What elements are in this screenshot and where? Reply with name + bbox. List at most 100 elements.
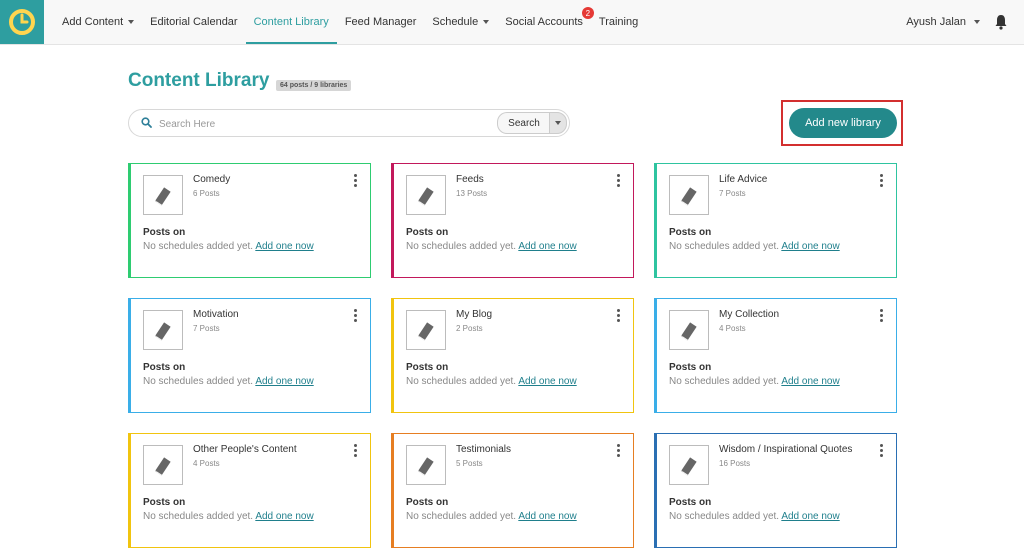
nav-item-schedule[interactable]: Schedule	[424, 0, 497, 44]
add-schedule-link[interactable]: Add one now	[781, 241, 839, 252]
library-post-count: 4 Posts	[719, 324, 746, 333]
add-schedule-link[interactable]: Add one now	[781, 376, 839, 387]
search-bar: Search	[128, 109, 570, 137]
library-name[interactable]: My Collection	[719, 309, 779, 320]
book-icon	[151, 183, 175, 207]
chevron-down-icon	[128, 20, 135, 24]
add-schedule-link[interactable]: Add one now	[518, 241, 576, 252]
no-schedules-message: No schedules added yet.	[669, 376, 780, 387]
library-card[interactable]: Life Advice 7 Posts Posts on No schedules a…	[654, 163, 897, 278]
chevron-down-icon	[483, 20, 490, 24]
add-schedule-link[interactable]: Add one now	[255, 241, 313, 252]
posts-on-label: Posts on	[669, 227, 712, 238]
search-options-dropdown[interactable]	[549, 112, 567, 134]
more-options-icon[interactable]	[617, 309, 621, 323]
nav-item-content-library[interactable]: Content Library	[245, 0, 338, 44]
library-post-count: 7 Posts	[193, 324, 220, 333]
add-schedule-link[interactable]: Add one now	[255, 511, 313, 522]
library-name[interactable]: Comedy	[193, 174, 230, 185]
more-options-icon[interactable]	[617, 444, 621, 458]
no-schedules-message: No schedules added yet.	[669, 241, 780, 252]
nav-item-label: Schedule	[432, 16, 479, 28]
more-options-icon[interactable]	[354, 309, 358, 323]
no-schedules-text: No schedules added yet. Add one now	[669, 511, 840, 522]
add-schedule-link[interactable]: Add one now	[255, 376, 313, 387]
library-card[interactable]: Other People's Content 4 Posts Posts on No …	[128, 433, 371, 548]
library-card[interactable]: Wisdom / Inspirational Quotes 16 Posts Pos…	[654, 433, 897, 548]
book-icon	[414, 318, 438, 342]
user-menu[interactable]: Ayush Jalan	[906, 0, 980, 44]
nav-item-feed-manager[interactable]: Feed Manager	[337, 0, 425, 44]
no-schedules-message: No schedules added yet.	[143, 511, 254, 522]
book-icon	[677, 318, 701, 342]
clock-icon	[9, 9, 35, 35]
nav-item-label: Social Accounts	[505, 16, 583, 28]
library-post-count: 7 Posts	[719, 189, 746, 198]
more-options-icon[interactable]	[880, 309, 884, 323]
library-post-count: 6 Posts	[193, 189, 220, 198]
nav-item-label: Content Library	[253, 16, 329, 28]
library-card[interactable]: Feeds 13 Posts Posts on No schedules added …	[391, 163, 634, 278]
more-options-icon[interactable]	[617, 174, 621, 188]
library-thumbnail	[669, 445, 709, 485]
add-schedule-link[interactable]: Add one now	[781, 511, 839, 522]
bell-icon[interactable]	[994, 14, 1008, 30]
search-icon	[141, 117, 152, 128]
library-name[interactable]: Motivation	[193, 309, 239, 320]
library-card[interactable]: Comedy 6 Posts Posts on No schedules added …	[128, 163, 371, 278]
library-name[interactable]: Life Advice	[719, 174, 767, 185]
no-schedules-text: No schedules added yet. Add one now	[143, 241, 314, 252]
posts-on-label: Posts on	[143, 362, 186, 373]
add-schedule-link[interactable]: Add one now	[518, 376, 576, 387]
user-name: Ayush Jalan	[906, 16, 966, 28]
more-options-icon[interactable]	[354, 174, 358, 188]
posts-on-label: Posts on	[143, 227, 186, 238]
library-name[interactable]: Other People's Content	[193, 444, 297, 455]
search-button[interactable]: Search	[497, 112, 550, 134]
page-title: Content Library	[128, 70, 270, 91]
no-schedules-text: No schedules added yet. Add one now	[143, 376, 314, 387]
book-icon	[414, 183, 438, 207]
library-thumbnail	[406, 175, 446, 215]
library-thumbnail	[406, 310, 446, 350]
library-post-count: 2 Posts	[456, 324, 483, 333]
book-icon	[414, 453, 438, 477]
library-name[interactable]: Testimonials	[456, 444, 511, 455]
posts-on-label: Posts on	[406, 497, 449, 508]
no-schedules-text: No schedules added yet. Add one now	[669, 376, 840, 387]
more-options-icon[interactable]	[880, 444, 884, 458]
library-name[interactable]: Wisdom / Inspirational Quotes	[719, 444, 852, 455]
top-navbar: Add Content Editorial Calendar Content Lib…	[0, 0, 1024, 45]
library-post-count: 16 Posts	[719, 459, 751, 468]
library-card[interactable]: Testimonials 5 Posts Posts on No schedules …	[391, 433, 634, 548]
library-name[interactable]: Feeds	[456, 174, 484, 185]
more-options-icon[interactable]	[354, 444, 358, 458]
no-schedules-message: No schedules added yet.	[143, 376, 254, 387]
library-card[interactable]: My Collection 4 Posts Posts on No schedules…	[654, 298, 897, 413]
library-thumbnail	[669, 310, 709, 350]
no-schedules-message: No schedules added yet.	[143, 241, 254, 252]
no-schedules-text: No schedules added yet. Add one now	[406, 376, 577, 387]
more-options-icon[interactable]	[880, 174, 884, 188]
nav-item-label: Add Content	[62, 16, 124, 28]
search-input[interactable]	[157, 114, 491, 134]
no-schedules-message: No schedules added yet.	[406, 241, 517, 252]
library-post-count: 4 Posts	[193, 459, 220, 468]
library-thumbnail	[143, 445, 183, 485]
posts-on-label: Posts on	[143, 497, 186, 508]
library-thumbnail	[669, 175, 709, 215]
nav-item-social-accounts[interactable]: Social Accounts 2	[497, 0, 594, 44]
nav-item-editorial-calendar[interactable]: Editorial Calendar	[142, 0, 245, 44]
nav-item-training[interactable]: Training	[591, 0, 646, 44]
add-schedule-link[interactable]: Add one now	[518, 511, 576, 522]
library-card[interactable]: My Blog 2 Posts Posts on No schedules added…	[391, 298, 634, 413]
library-card[interactable]: Motivation 7 Posts Posts on No schedules ad…	[128, 298, 371, 413]
app-logo[interactable]	[0, 0, 44, 44]
nav-menu: Add Content Editorial Calendar Content Lib…	[54, 0, 646, 44]
add-new-library-button[interactable]: Add new library	[789, 108, 897, 138]
library-name[interactable]: My Blog	[456, 309, 492, 320]
library-post-count: 5 Posts	[456, 459, 483, 468]
nav-item-label: Feed Manager	[344, 16, 417, 28]
nav-item-add-content[interactable]: Add Content	[54, 0, 142, 44]
no-schedules-text: No schedules added yet. Add one now	[143, 511, 314, 522]
